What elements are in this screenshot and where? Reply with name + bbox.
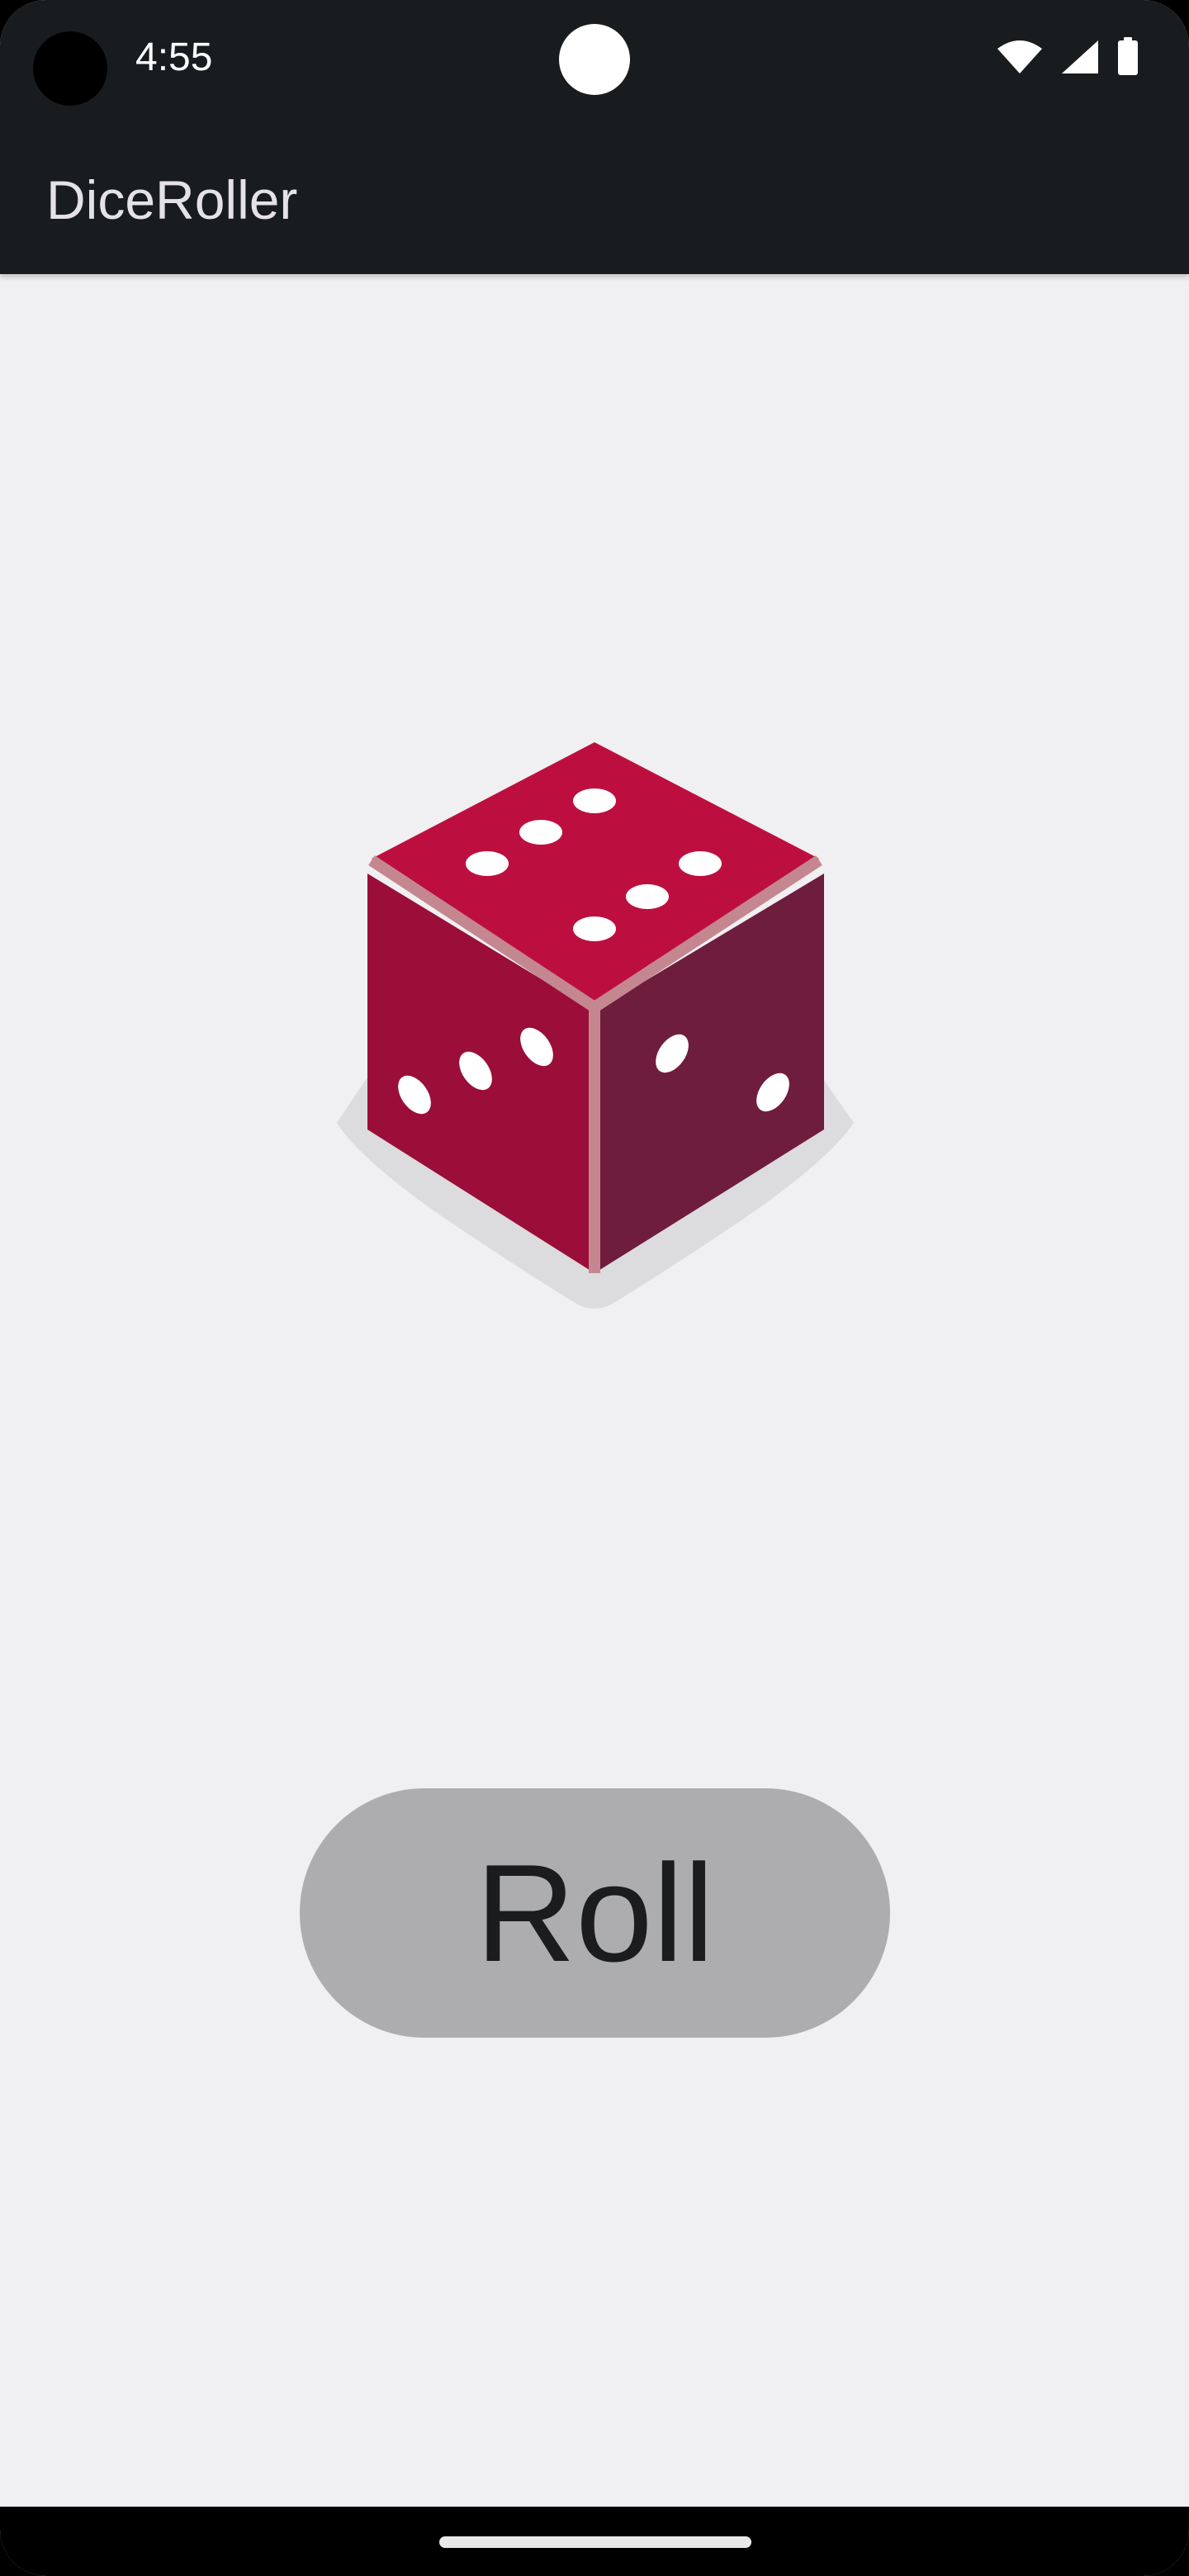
dice-image [330,735,859,1329]
front-camera-icon [33,31,107,106]
wifi-icon [996,39,1044,75]
status-icons [996,36,1139,78]
dice-icon [337,742,854,1309]
roll-button[interactable]: Roll [300,1788,890,2038]
app-bar: DiceRoller [0,121,1189,274]
app-title: DiceRoller [46,169,298,230]
battery-icon [1116,37,1139,77]
punch-hole-camera-icon [559,24,630,95]
navigation-bar [0,2507,1189,2576]
cell-signal-icon [1060,39,1100,75]
status-bar: 4:55 [0,0,1189,121]
home-indicator[interactable] [439,2536,751,2548]
status-time: 4:55 [135,36,213,79]
app-screen: 4:55 DiceRoller Roll [0,0,1189,2576]
